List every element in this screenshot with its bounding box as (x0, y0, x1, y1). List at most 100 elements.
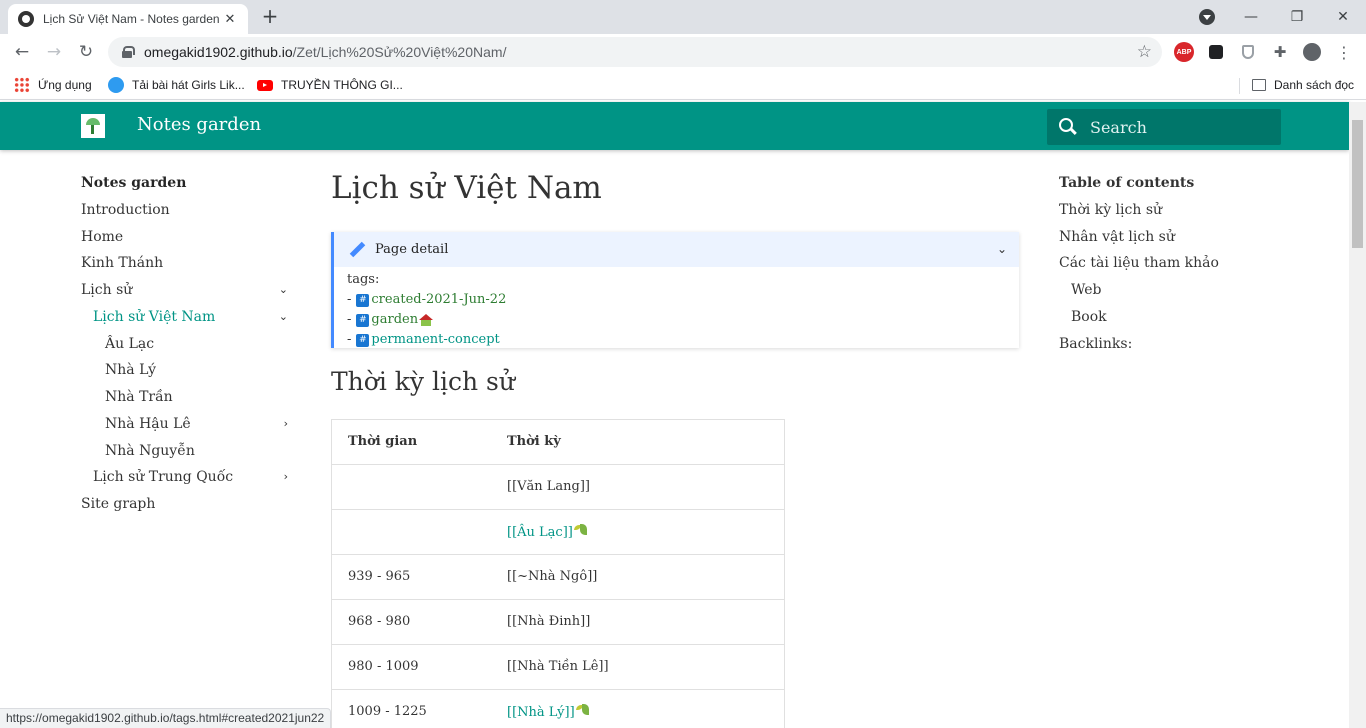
extension-send-icon[interactable] (1206, 42, 1226, 62)
reading-list-button[interactable]: Danh sách đọc (1252, 76, 1354, 94)
browser-toolbar: ← → ↻ omegakid1902.github.io/Zet/Lịch%20… (0, 34, 1366, 70)
reading-list-icon (1252, 79, 1266, 91)
tag-link[interactable]: garden (371, 310, 418, 330)
browser-tab[interactable]: Lịch Sử Việt Nam - Notes garden ✕ (8, 4, 248, 34)
table-row: [[Âu Lạc]] (332, 510, 784, 555)
status-bar-url: https://omegakid1902.github.io/tags.html… (0, 708, 332, 728)
back-button[interactable]: ← (10, 40, 34, 64)
table-row: 980 - 1009 [[Nhà Tiền Lê]] (332, 645, 784, 690)
period-link[interactable]: [[Âu Lạc]] (507, 524, 588, 540)
nav-item-nha-ly[interactable]: Nhà Lý (81, 362, 296, 386)
toc-title: Table of contents (1059, 175, 1195, 191)
nav-item-introduction[interactable]: Introduction (81, 202, 296, 226)
table-row: 968 - 980 [[Nhà Đinh]] (332, 600, 784, 645)
lock-icon (122, 46, 135, 58)
bookmark-star-icon[interactable]: ☆ (1137, 42, 1152, 62)
shield-extension-icon[interactable] (1238, 42, 1258, 62)
nav-item-kinh-thanh[interactable]: Kinh Thánh (81, 255, 296, 279)
sprout-icon (575, 704, 590, 717)
hash-icon: # (356, 313, 370, 327)
time-cell: 1009 - 1225 (348, 704, 427, 719)
period-cell: [[Nhà Tiền Lê]] (507, 659, 609, 674)
new-tab-button[interactable]: + (258, 5, 282, 29)
time-cell: 968 - 980 (348, 614, 411, 629)
nav-item-nha-nguyen[interactable]: Nhà Nguyễn (81, 443, 296, 467)
page-detail-toggle[interactable]: Page detail ⌄ (334, 232, 1019, 267)
toc-item[interactable]: Book (1071, 309, 1107, 325)
tag-line: - # created-2021-Jun-22 (347, 290, 1019, 310)
close-window-button[interactable]: ✕ (1320, 0, 1366, 34)
chevron-down-icon[interactable]: ⌄ (279, 283, 288, 296)
url-text: omegakid1902.github.io/Zet/Lịch%20Sử%20V… (144, 44, 507, 60)
nav-item-site-graph[interactable]: Site graph (81, 496, 296, 520)
tab-title: Lịch Sử Việt Nam - Notes garden (43, 12, 220, 26)
site-logo-icon[interactable] (81, 114, 105, 138)
reload-button[interactable]: ↻ (74, 40, 98, 64)
nav-item-nha-tran[interactable]: Nhà Trần (81, 389, 296, 413)
nav-item-home[interactable]: Home (81, 229, 296, 253)
table-row: [[Văn Lang]] (332, 465, 784, 510)
adblock-plus-icon[interactable]: ABP (1174, 42, 1194, 62)
page-detail-admonition: Page detail ⌄ tags: - # created-2021-Jun-2… (331, 232, 1019, 348)
forward-button[interactable]: → (42, 40, 66, 64)
minimize-button[interactable]: — (1228, 0, 1274, 34)
tag-link[interactable]: created-2021-Jun-22 (371, 290, 506, 310)
hash-icon: # (356, 333, 370, 347)
bookmark-youtube[interactable]: TRUYỀN THÔNG GI... (257, 76, 403, 94)
page-scrollbar[interactable] (1349, 102, 1366, 728)
toc-item[interactable]: Backlinks: (1059, 336, 1132, 352)
bookmark-music[interactable]: Tải bài hát Girls Lik... (108, 76, 245, 94)
nav-item-lich-su-trung-quoc[interactable]: Lịch sử Trung Quốc › (81, 469, 296, 493)
nav-item-nha-hau-le[interactable]: Nhà Hậu Lê › (81, 416, 296, 440)
nav-item-au-lac[interactable]: Âu Lạc (81, 336, 296, 360)
restore-button[interactable]: ❐ (1274, 0, 1320, 34)
profile-avatar-icon[interactable] (1302, 42, 1322, 62)
page-title: Lịch sử Việt Nam (331, 170, 602, 206)
hash-icon: # (356, 293, 370, 307)
bookmark-apps[interactable]: Ứng dụng (14, 76, 92, 94)
tag-line: - # permanent-concept (347, 330, 1019, 350)
close-tab-icon[interactable]: ✕ (222, 12, 238, 27)
nav-item-lich-su-viet-nam[interactable]: Lịch sử Việt Nam ⌄ (81, 309, 296, 333)
tag-link[interactable]: permanent-concept (371, 330, 499, 350)
address-bar[interactable]: omegakid1902.github.io/Zet/Lịch%20Sử%20V… (108, 37, 1162, 67)
reading-list-label: Danh sách đọc (1274, 78, 1355, 92)
extensions-puzzle-icon[interactable]: ✚ (1270, 42, 1290, 62)
period-cell: [[Văn Lang]] (507, 479, 591, 494)
period-cell: [[Nhà Đinh]] (507, 614, 591, 629)
toc-item[interactable]: Nhân vật lịch sử (1059, 229, 1175, 245)
time-cell: 939 - 965 (348, 569, 411, 584)
bookmark-label: Tải bài hát Girls Lik... (132, 78, 245, 92)
site-header: Notes garden Search (0, 102, 1349, 150)
search-icon (1059, 118, 1077, 136)
house-icon (419, 314, 434, 326)
pencil-icon (348, 241, 366, 259)
apps-grid-icon (14, 77, 30, 93)
menu-kebab-icon[interactable]: ⋮ (1334, 42, 1354, 62)
time-cell: 980 - 1009 (348, 659, 419, 674)
period-link[interactable]: [[Nhà Lý]] (507, 704, 590, 720)
sprout-icon (573, 524, 588, 537)
nav-title: Notes garden (81, 175, 187, 191)
history-table: Thời gian Thời kỳ [[Văn Lang]] [[Âu Lạc]… (331, 419, 785, 728)
column-header: Thời kỳ (507, 434, 561, 449)
search-box[interactable]: Search (1047, 109, 1281, 145)
nav-item-lich-su[interactable]: Lịch sử ⌄ (81, 282, 296, 306)
chevron-right-icon[interactable]: › (284, 417, 288, 430)
bookmark-label: TRUYỀN THÔNG GI... (281, 78, 403, 92)
site-title[interactable]: Notes garden (137, 114, 261, 135)
youtube-icon (257, 79, 273, 91)
chevron-down-icon[interactable]: ⌄ (279, 310, 288, 323)
chevron-right-icon[interactable]: › (284, 470, 288, 483)
toc-item[interactable]: Thời kỳ lịch sử (1059, 202, 1162, 218)
toc-item[interactable]: Các tài liệu tham khảo (1059, 255, 1219, 271)
tags-label: tags: (347, 272, 380, 287)
tab-search-icon[interactable] (1199, 9, 1215, 25)
scrollbar-thumb[interactable] (1352, 120, 1363, 248)
column-header: Thời gian (348, 434, 418, 449)
section-heading: Thời kỳ lịch sử (331, 367, 515, 396)
table-header-row: Thời gian Thời kỳ (332, 420, 784, 465)
chevron-down-icon[interactable]: ⌄ (997, 242, 1007, 256)
toc-item[interactable]: Web (1071, 282, 1102, 298)
bookmark-label: Ứng dụng (38, 78, 92, 92)
